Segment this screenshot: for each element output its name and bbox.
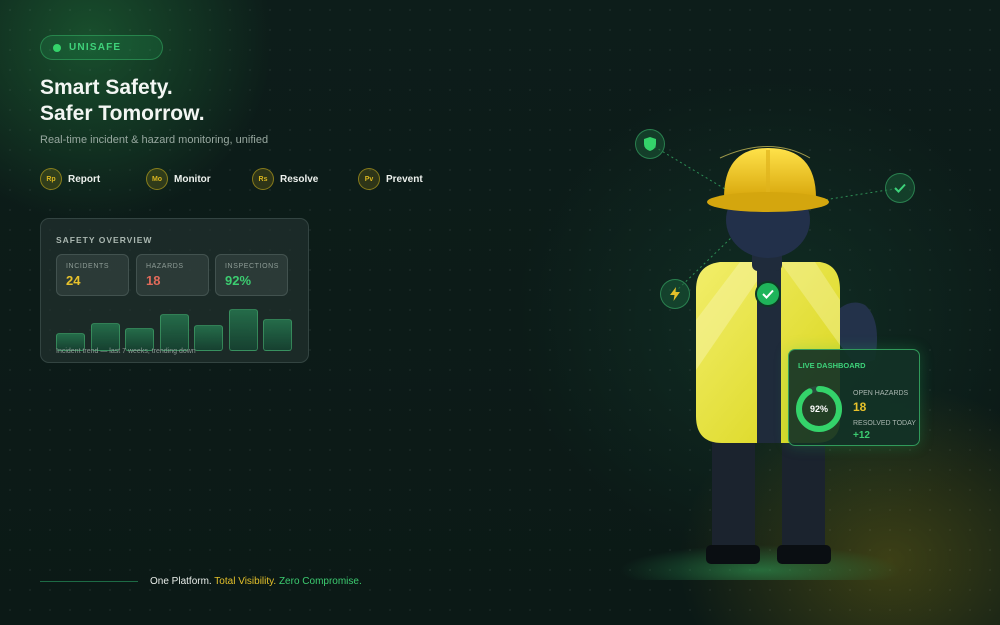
safety-overview-card: SAFETY OVERVIEW INCIDENTS 24 HAZARDS 18 … bbox=[40, 218, 309, 363]
pillar-report[interactable]: Rp Report bbox=[40, 168, 146, 190]
tagline-divider bbox=[40, 581, 138, 582]
brand-badge: UNISAFE bbox=[40, 35, 163, 60]
stat-label: INCIDENTS bbox=[66, 263, 110, 270]
headline-line-2: Safer Tomorrow. bbox=[40, 102, 205, 125]
pillar-badge: Mo bbox=[146, 168, 168, 190]
stat-label: INSPECTIONS bbox=[225, 263, 280, 270]
pillar-label: Resolve bbox=[280, 173, 319, 185]
page-subtitle: Real-time incident & hazard monitoring, … bbox=[40, 134, 269, 146]
overview-title: SAFETY OVERVIEW bbox=[56, 235, 153, 245]
trend-caption: Incident trend — last 7 weeks, trending … bbox=[56, 348, 196, 355]
trend-bar bbox=[194, 325, 223, 351]
open-hazards-label: OPEN HAZARDS bbox=[853, 390, 909, 397]
headline-line-1: Smart Safety. bbox=[40, 76, 173, 99]
incident-trend-chart bbox=[56, 307, 294, 351]
status-dot-icon bbox=[53, 43, 61, 52]
brand-name: UNISAFE bbox=[69, 42, 122, 53]
progress-percent: 92% bbox=[809, 404, 828, 414]
pillar-badge: Rp bbox=[40, 168, 62, 190]
stat-inspections[interactable]: INSPECTIONS 92% bbox=[215, 254, 288, 296]
pillar-label: Prevent bbox=[386, 173, 423, 185]
resolved-today-label: RESOLVED TODAY bbox=[853, 420, 916, 427]
open-hazards-value: 18 bbox=[853, 400, 867, 414]
trend-bar bbox=[90, 323, 120, 351]
live-dashboard-card[interactable]: LIVE DASHBOARD 92% OPEN HAZARDS 18 RESOL… bbox=[788, 349, 920, 446]
resolved-today-value: +12 bbox=[853, 430, 870, 441]
stat-label: HAZARDS bbox=[146, 263, 184, 270]
pillar-badge: Rs bbox=[252, 168, 274, 190]
trend-bar bbox=[159, 314, 189, 351]
pillar-label: Report bbox=[68, 173, 101, 185]
live-dashboard-title: LIVE DASHBOARD bbox=[798, 361, 866, 370]
stat-value: 24 bbox=[66, 273, 81, 288]
trend-bar bbox=[263, 319, 292, 351]
tagline-part-2: Total Visibility. bbox=[214, 576, 277, 587]
stat-hazards[interactable]: HAZARDS 18 bbox=[136, 254, 209, 296]
tagline-part-1: One Platform. bbox=[150, 576, 215, 587]
pillar-monitor[interactable]: Mo Monitor bbox=[146, 168, 252, 190]
tagline-part-3: Zero Compromise. bbox=[276, 576, 362, 587]
pillar-badge: Pv bbox=[358, 168, 380, 190]
bolt-icon[interactable] bbox=[660, 279, 690, 309]
check-icon[interactable] bbox=[885, 173, 915, 203]
trend-bar bbox=[228, 309, 258, 351]
pillar-label: Monitor bbox=[174, 173, 211, 185]
pillar-prevent[interactable]: Pv Prevent bbox=[358, 168, 464, 190]
page-title: Smart Safety. Safer Tomorrow. bbox=[40, 75, 205, 127]
stat-incidents[interactable]: INCIDENTS 24 bbox=[56, 254, 129, 296]
stat-value: 92% bbox=[225, 273, 252, 288]
stat-value: 18 bbox=[146, 273, 161, 288]
verified-icon bbox=[755, 281, 781, 307]
tagline: One Platform. Total Visibility. Zero Com… bbox=[150, 576, 362, 587]
shield-icon[interactable] bbox=[635, 129, 665, 159]
pillar-resolve[interactable]: Rs Resolve bbox=[252, 168, 358, 190]
pillar-list: Rp Report Mo Monitor Rs Resolve Pv Preve… bbox=[40, 168, 464, 190]
